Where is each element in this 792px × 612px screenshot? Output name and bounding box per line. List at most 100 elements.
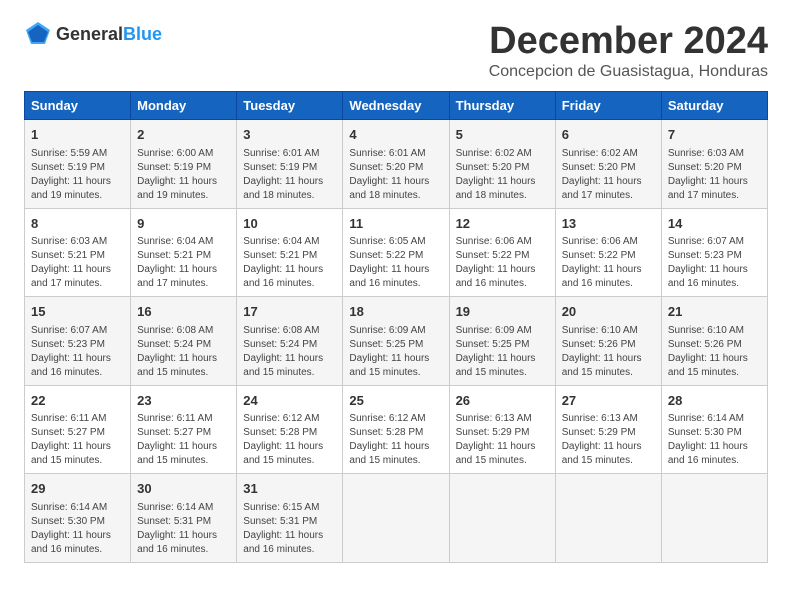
day-info: Sunrise: 6:07 AMSunset: 5:23 PMDaylight:… [668, 235, 761, 291]
calendar-week-row: 29Sunrise: 6:14 AMSunset: 5:30 PMDayligh… [25, 474, 768, 563]
logo: GeneralBlue [24, 20, 162, 48]
day-number: 29 [31, 479, 124, 499]
calendar-cell: 27Sunrise: 6:13 AMSunset: 5:29 PMDayligh… [555, 385, 661, 474]
day-info: Sunrise: 6:08 AMSunset: 5:24 PMDaylight:… [137, 324, 230, 380]
calendar-cell [555, 474, 661, 563]
calendar-cell: 24Sunrise: 6:12 AMSunset: 5:28 PMDayligh… [237, 385, 343, 474]
calendar-cell: 31Sunrise: 6:15 AMSunset: 5:31 PMDayligh… [237, 474, 343, 563]
calendar-cell: 6Sunrise: 6:02 AMSunset: 5:20 PMDaylight… [555, 120, 661, 209]
day-number: 22 [31, 391, 124, 411]
day-number: 14 [668, 214, 761, 234]
day-info: Sunrise: 6:03 AMSunset: 5:20 PMDaylight:… [668, 147, 761, 203]
calendar-cell: 8Sunrise: 6:03 AMSunset: 5:21 PMDaylight… [25, 208, 131, 297]
calendar-cell: 26Sunrise: 6:13 AMSunset: 5:29 PMDayligh… [449, 385, 555, 474]
header-friday: Friday [555, 92, 661, 120]
calendar-cell: 17Sunrise: 6:08 AMSunset: 5:24 PMDayligh… [237, 297, 343, 386]
day-number: 1 [31, 125, 124, 145]
page-header: GeneralBlue December 2024 Concepcion de … [24, 20, 768, 81]
day-info: Sunrise: 6:01 AMSunset: 5:19 PMDaylight:… [243, 147, 336, 203]
calendar-cell: 25Sunrise: 6:12 AMSunset: 5:28 PMDayligh… [343, 385, 449, 474]
day-info: Sunrise: 6:02 AMSunset: 5:20 PMDaylight:… [456, 147, 549, 203]
calendar-cell: 28Sunrise: 6:14 AMSunset: 5:30 PMDayligh… [661, 385, 767, 474]
calendar-cell [661, 474, 767, 563]
day-number: 21 [668, 302, 761, 322]
location-subtitle: Concepcion de Guasistagua, Honduras [489, 63, 768, 81]
calendar-cell: 4Sunrise: 6:01 AMSunset: 5:20 PMDaylight… [343, 120, 449, 209]
day-info: Sunrise: 6:02 AMSunset: 5:20 PMDaylight:… [562, 147, 655, 203]
calendar-cell: 12Sunrise: 6:06 AMSunset: 5:22 PMDayligh… [449, 208, 555, 297]
day-number: 3 [243, 125, 336, 145]
day-info: Sunrise: 6:11 AMSunset: 5:27 PMDaylight:… [137, 412, 230, 468]
day-info: Sunrise: 6:10 AMSunset: 5:26 PMDaylight:… [668, 324, 761, 380]
calendar-week-row: 22Sunrise: 6:11 AMSunset: 5:27 PMDayligh… [25, 385, 768, 474]
day-info: Sunrise: 6:05 AMSunset: 5:22 PMDaylight:… [349, 235, 442, 291]
calendar-cell: 18Sunrise: 6:09 AMSunset: 5:25 PMDayligh… [343, 297, 449, 386]
day-number: 26 [456, 391, 549, 411]
calendar-cell: 22Sunrise: 6:11 AMSunset: 5:27 PMDayligh… [25, 385, 131, 474]
day-info: Sunrise: 6:09 AMSunset: 5:25 PMDaylight:… [456, 324, 549, 380]
header-sunday: Sunday [25, 92, 131, 120]
day-number: 4 [349, 125, 442, 145]
calendar-cell: 21Sunrise: 6:10 AMSunset: 5:26 PMDayligh… [661, 297, 767, 386]
day-number: 10 [243, 214, 336, 234]
day-number: 24 [243, 391, 336, 411]
calendar-cell [343, 474, 449, 563]
calendar-cell: 16Sunrise: 6:08 AMSunset: 5:24 PMDayligh… [131, 297, 237, 386]
title-section: December 2024 Concepcion de Guasistagua,… [489, 20, 768, 81]
calendar-cell: 23Sunrise: 6:11 AMSunset: 5:27 PMDayligh… [131, 385, 237, 474]
day-number: 18 [349, 302, 442, 322]
day-number: 13 [562, 214, 655, 234]
day-number: 27 [562, 391, 655, 411]
day-info: Sunrise: 6:14 AMSunset: 5:31 PMDaylight:… [137, 501, 230, 557]
calendar-cell: 15Sunrise: 6:07 AMSunset: 5:23 PMDayligh… [25, 297, 131, 386]
day-info: Sunrise: 6:01 AMSunset: 5:20 PMDaylight:… [349, 147, 442, 203]
calendar-week-row: 15Sunrise: 6:07 AMSunset: 5:23 PMDayligh… [25, 297, 768, 386]
day-info: Sunrise: 6:14 AMSunset: 5:30 PMDaylight:… [668, 412, 761, 468]
day-info: Sunrise: 5:59 AMSunset: 5:19 PMDaylight:… [31, 147, 124, 203]
calendar-cell: 11Sunrise: 6:05 AMSunset: 5:22 PMDayligh… [343, 208, 449, 297]
calendar-cell [449, 474, 555, 563]
day-number: 30 [137, 479, 230, 499]
calendar-cell: 19Sunrise: 6:09 AMSunset: 5:25 PMDayligh… [449, 297, 555, 386]
day-number: 15 [31, 302, 124, 322]
day-info: Sunrise: 6:00 AMSunset: 5:19 PMDaylight:… [137, 147, 230, 203]
day-number: 7 [668, 125, 761, 145]
day-info: Sunrise: 6:12 AMSunset: 5:28 PMDaylight:… [349, 412, 442, 468]
header-tuesday: Tuesday [237, 92, 343, 120]
header-thursday: Thursday [449, 92, 555, 120]
header-monday: Monday [131, 92, 237, 120]
day-number: 17 [243, 302, 336, 322]
day-number: 11 [349, 214, 442, 234]
day-info: Sunrise: 6:14 AMSunset: 5:30 PMDaylight:… [31, 501, 124, 557]
day-number: 31 [243, 479, 336, 499]
header-saturday: Saturday [661, 92, 767, 120]
logo-blue: Blue [123, 24, 162, 44]
day-info: Sunrise: 6:04 AMSunset: 5:21 PMDaylight:… [137, 235, 230, 291]
day-info: Sunrise: 6:12 AMSunset: 5:28 PMDaylight:… [243, 412, 336, 468]
day-number: 20 [562, 302, 655, 322]
day-info: Sunrise: 6:06 AMSunset: 5:22 PMDaylight:… [562, 235, 655, 291]
day-number: 25 [349, 391, 442, 411]
day-info: Sunrise: 6:06 AMSunset: 5:22 PMDaylight:… [456, 235, 549, 291]
day-number: 9 [137, 214, 230, 234]
day-number: 2 [137, 125, 230, 145]
day-info: Sunrise: 6:13 AMSunset: 5:29 PMDaylight:… [456, 412, 549, 468]
calendar-header-row: Sunday Monday Tuesday Wednesday Thursday… [25, 92, 768, 120]
logo-icon [24, 20, 52, 48]
day-info: Sunrise: 6:11 AMSunset: 5:27 PMDaylight:… [31, 412, 124, 468]
day-info: Sunrise: 6:03 AMSunset: 5:21 PMDaylight:… [31, 235, 124, 291]
day-info: Sunrise: 6:08 AMSunset: 5:24 PMDaylight:… [243, 324, 336, 380]
day-info: Sunrise: 6:07 AMSunset: 5:23 PMDaylight:… [31, 324, 124, 380]
calendar-cell: 5Sunrise: 6:02 AMSunset: 5:20 PMDaylight… [449, 120, 555, 209]
calendar-table: Sunday Monday Tuesday Wednesday Thursday… [24, 91, 768, 563]
day-info: Sunrise: 6:10 AMSunset: 5:26 PMDaylight:… [562, 324, 655, 380]
calendar-cell: 10Sunrise: 6:04 AMSunset: 5:21 PMDayligh… [237, 208, 343, 297]
calendar-cell: 29Sunrise: 6:14 AMSunset: 5:30 PMDayligh… [25, 474, 131, 563]
calendar-cell: 3Sunrise: 6:01 AMSunset: 5:19 PMDaylight… [237, 120, 343, 209]
day-info: Sunrise: 6:09 AMSunset: 5:25 PMDaylight:… [349, 324, 442, 380]
calendar-cell: 20Sunrise: 6:10 AMSunset: 5:26 PMDayligh… [555, 297, 661, 386]
logo-general: General [56, 24, 123, 44]
day-number: 12 [456, 214, 549, 234]
header-wednesday: Wednesday [343, 92, 449, 120]
day-number: 6 [562, 125, 655, 145]
